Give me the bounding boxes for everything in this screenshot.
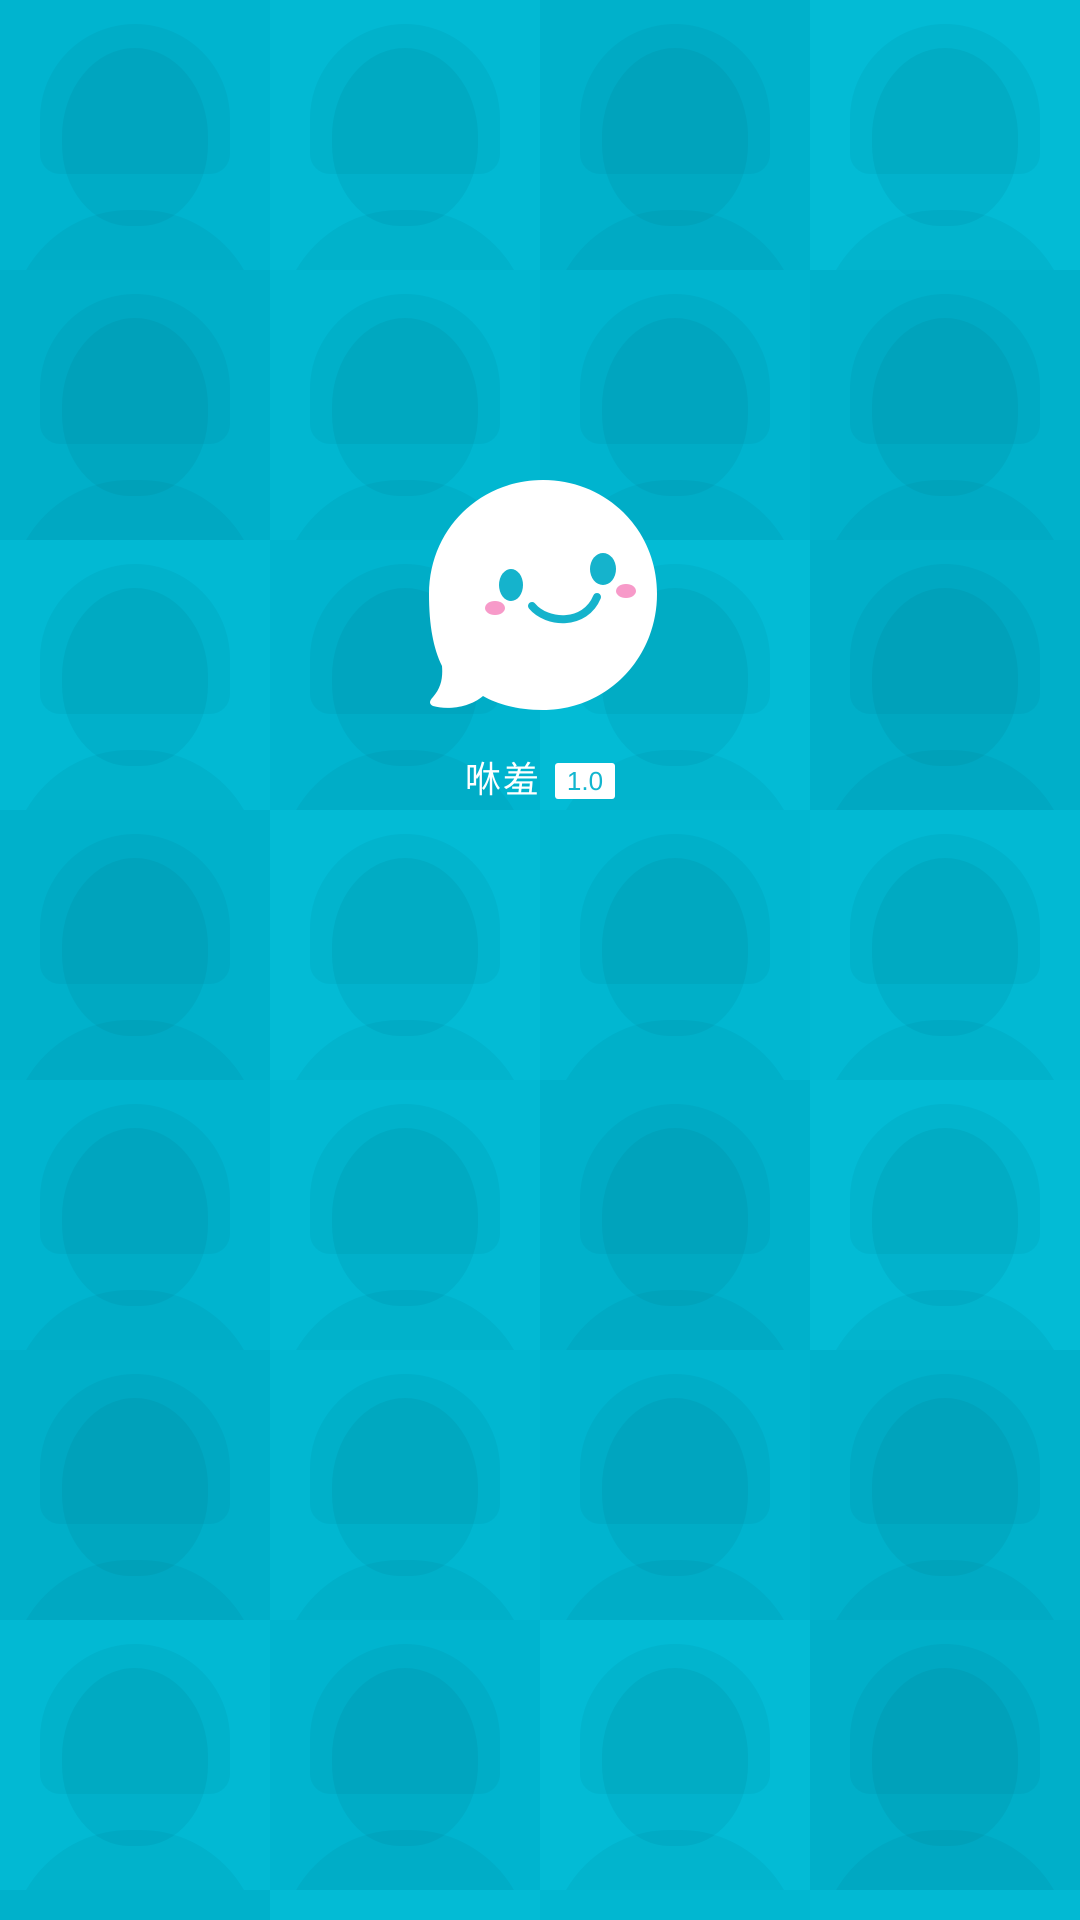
mosaic-photo-tile xyxy=(0,810,270,1080)
mosaic-photo-tile xyxy=(0,1890,270,1920)
mosaic-photo-tile xyxy=(540,1890,810,1920)
mosaic-photo-tile xyxy=(0,270,270,540)
mosaic-photo-tile xyxy=(810,1620,1080,1890)
mosaic-photo-tile xyxy=(0,1080,270,1350)
mosaic-photo-tile xyxy=(810,1350,1080,1620)
mosaic-photo-tile xyxy=(0,0,270,270)
mosaic-photo-tile xyxy=(0,1620,270,1890)
version-badge: 1.0 xyxy=(554,763,616,799)
splash-screen: 咻羞 1.0 xyxy=(0,0,1080,1920)
mosaic-photo-tile xyxy=(810,270,1080,540)
mosaic-photo-tile xyxy=(270,0,540,270)
mosaic-photo-tile xyxy=(810,1890,1080,1920)
left-eye xyxy=(499,569,523,601)
mosaic-photo-tile xyxy=(540,1080,810,1350)
mosaic-photo-tile xyxy=(270,810,540,1080)
mosaic-photo-tile xyxy=(540,810,810,1080)
mosaic-photo-tile xyxy=(810,810,1080,1080)
mosaic-photo-tile xyxy=(270,1350,540,1620)
mosaic-photo-tile xyxy=(540,0,810,270)
mosaic-photo-tile xyxy=(270,1620,540,1890)
mosaic-photo-tile xyxy=(810,1080,1080,1350)
smiling-speech-bubble-icon xyxy=(429,480,657,710)
mosaic-photo-tile xyxy=(540,1350,810,1620)
mosaic-photo-tile xyxy=(540,1620,810,1890)
photo-mosaic-background xyxy=(0,0,1080,1920)
app-name: 咻羞 xyxy=(464,760,541,801)
right-eye xyxy=(590,553,616,585)
mosaic-photo-tile xyxy=(270,1080,540,1350)
app-title-row: 咻羞 1.0 xyxy=(0,758,1080,804)
left-blush xyxy=(485,601,505,615)
right-blush xyxy=(616,584,636,598)
mosaic-photo-tile xyxy=(270,1890,540,1920)
mosaic-photo-tile xyxy=(810,0,1080,270)
mosaic-photo-tile xyxy=(0,1350,270,1620)
